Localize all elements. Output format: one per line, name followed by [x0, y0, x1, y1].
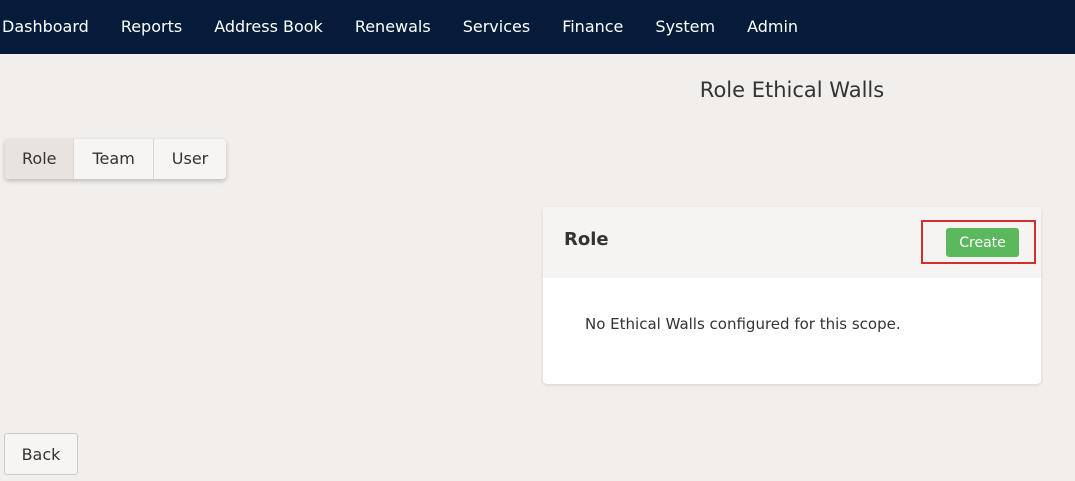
empty-state-message: No Ethical Walls configured for this sco…	[585, 315, 901, 333]
tab-team[interactable]: Team	[73, 139, 152, 179]
page-title: Role Ethical Walls	[699, 78, 885, 102]
back-button[interactable]: Back	[4, 433, 78, 475]
nav-item-address-book[interactable]: Address Book	[198, 0, 339, 54]
nav-item-renewals[interactable]: Renewals	[339, 0, 447, 54]
nav-item-finance[interactable]: Finance	[546, 0, 639, 54]
top-navigation-bar: Dashboard Reports Address Book Renewals …	[0, 0, 1075, 54]
nav-item-dashboard[interactable]: Dashboard	[0, 0, 105, 54]
nav-item-services[interactable]: Services	[447, 0, 546, 54]
panel-title: Role	[564, 229, 609, 250]
ethical-walls-panel: Role Create No Ethical Walls configured …	[543, 207, 1041, 384]
tab-role[interactable]: Role	[5, 139, 74, 179]
scope-tab-group: Role Team User	[5, 139, 227, 179]
nav-item-system[interactable]: System	[639, 0, 731, 54]
panel-header: Role Create	[543, 207, 1041, 278]
tab-user[interactable]: User	[152, 139, 226, 179]
nav-item-admin[interactable]: Admin	[731, 0, 814, 54]
nav-item-reports[interactable]: Reports	[105, 0, 198, 54]
create-button[interactable]: Create	[946, 228, 1019, 257]
